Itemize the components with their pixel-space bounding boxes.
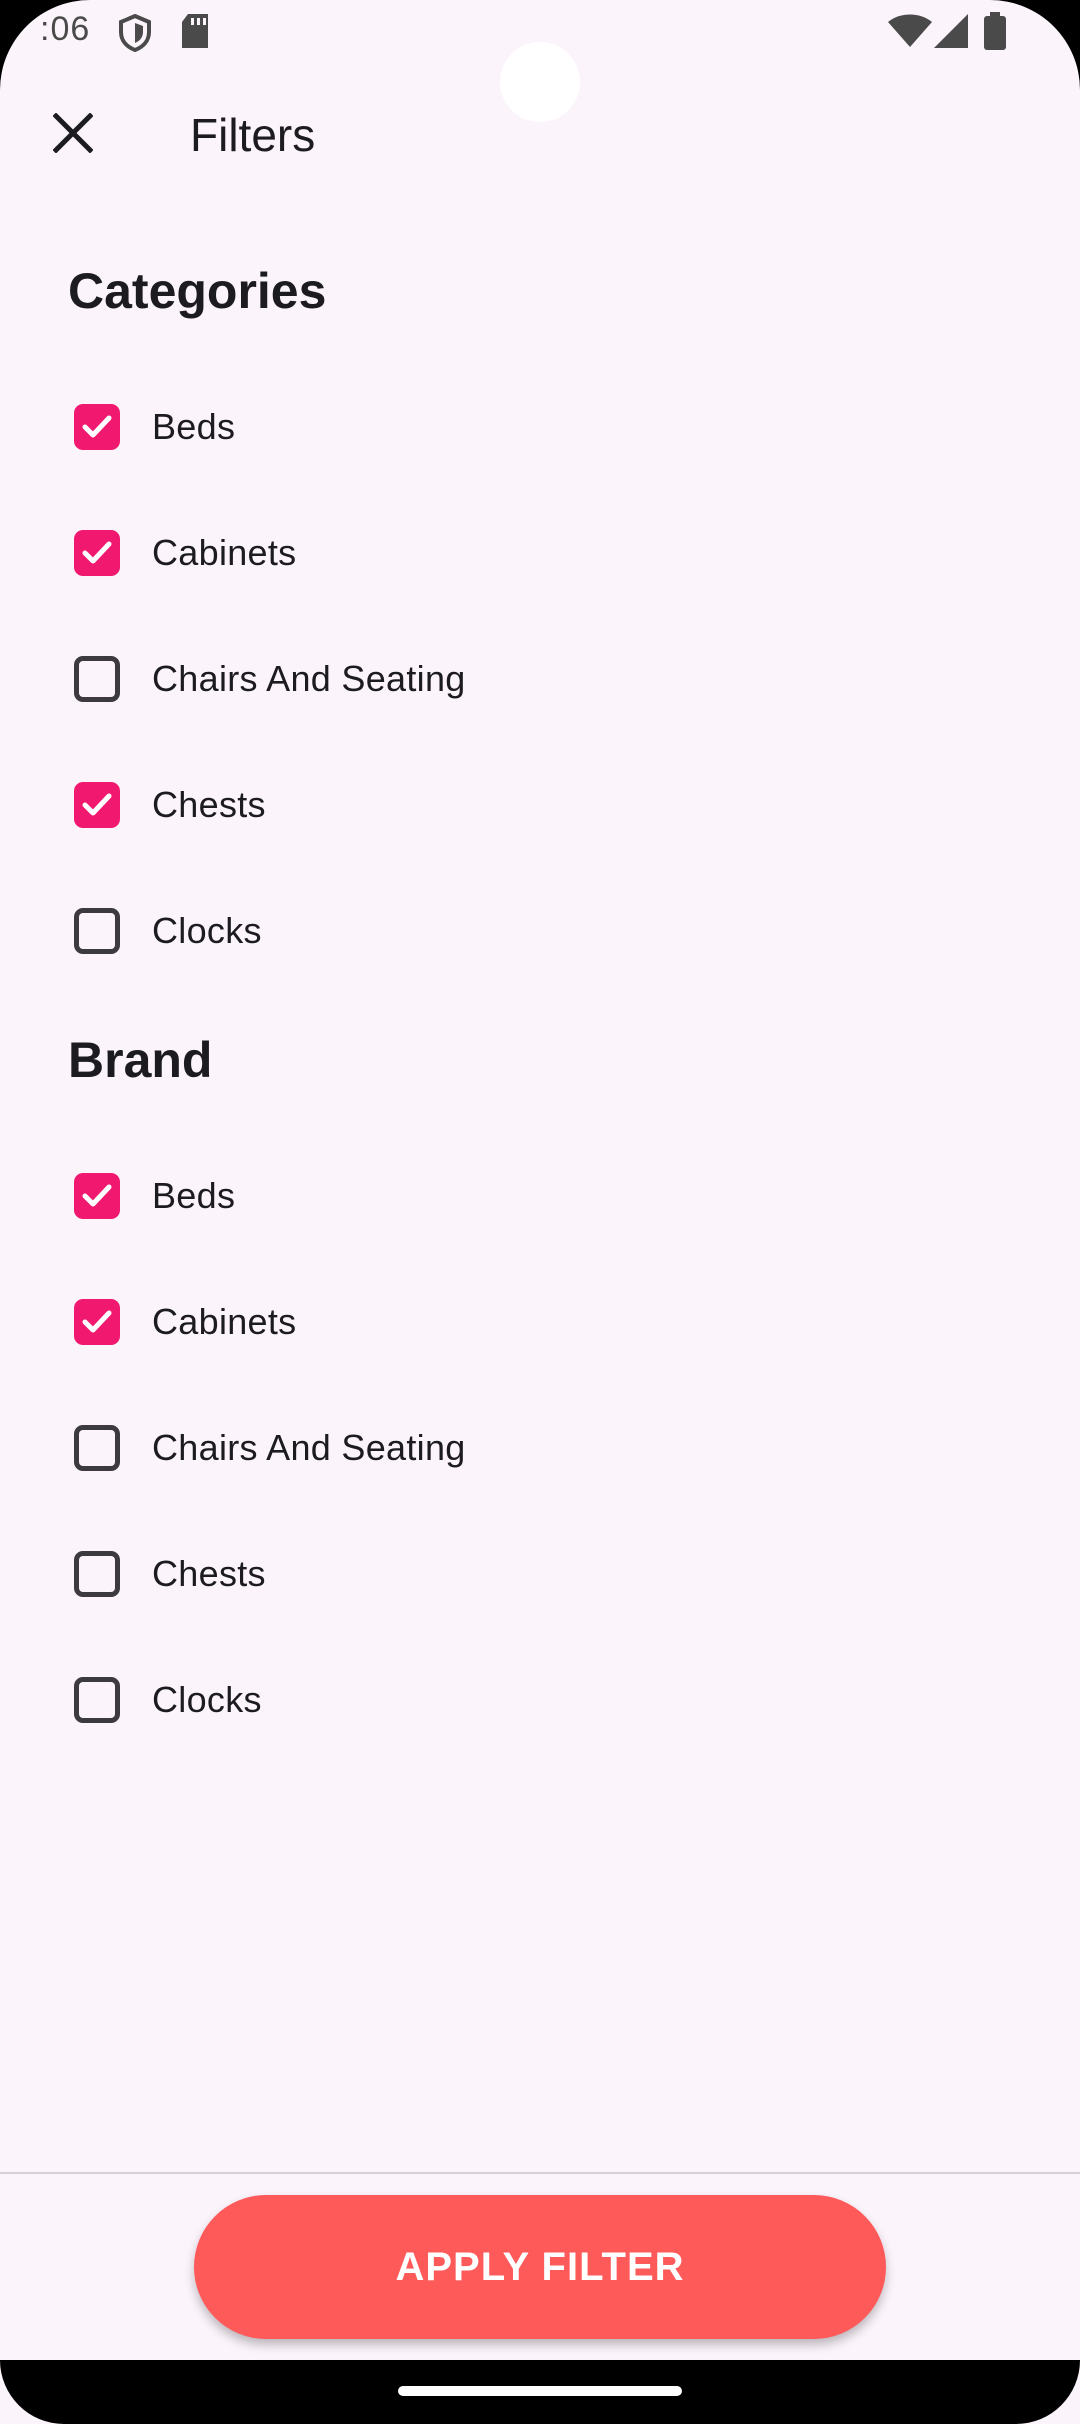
apply-filter-label: APPLY FILTER <box>395 2244 685 2289</box>
option-label: Chairs And Seating <box>152 1427 466 1468</box>
close-button[interactable] <box>38 98 108 168</box>
status-time: :06 <box>40 10 91 48</box>
category-option-cabinets[interactable]: Cabinets <box>68 508 968 598</box>
option-label: Chests <box>152 1553 266 1594</box>
wifi-icon <box>888 14 932 47</box>
categories-heading: Categories <box>68 263 327 319</box>
checkbox[interactable] <box>74 530 120 576</box>
category-option-clocks[interactable]: Clocks <box>68 886 968 976</box>
home-gesture-handle[interactable] <box>398 2386 682 2396</box>
checkbox[interactable] <box>74 656 120 702</box>
battery-icon <box>984 12 1006 50</box>
camera-cutout <box>500 42 580 122</box>
checkbox[interactable] <box>74 404 120 450</box>
brand-option-clocks[interactable]: Clocks <box>68 1655 968 1745</box>
brand-option-chests[interactable]: Chests <box>68 1529 968 1619</box>
sd-card-icon <box>182 14 208 48</box>
checkbox[interactable] <box>74 1551 120 1597</box>
option-label: Chairs And Seating <box>152 658 466 699</box>
check-icon <box>82 415 112 438</box>
shield-icon <box>119 14 151 52</box>
apply-filter-button[interactable]: APPLY FILTER <box>194 2195 886 2339</box>
check-icon <box>82 793 112 816</box>
checkbox[interactable] <box>74 1173 120 1219</box>
option-label: Cabinets <box>152 1301 297 1342</box>
brand-heading: Brand <box>68 1032 213 1088</box>
checkbox[interactable] <box>74 908 120 954</box>
checkbox[interactable] <box>74 1425 120 1471</box>
option-label: Chests <box>152 784 266 825</box>
check-icon <box>82 1184 112 1207</box>
filters-screen: :06 Filters Categories Beds Cabinets Cha… <box>0 0 1080 2424</box>
option-label: Beds <box>152 406 236 447</box>
checkbox[interactable] <box>74 1299 120 1345</box>
brand-option-beds[interactable]: Beds <box>68 1151 968 1241</box>
footer-divider <box>0 2172 1080 2174</box>
close-icon <box>53 113 93 153</box>
category-option-beds[interactable]: Beds <box>68 382 968 472</box>
option-label: Beds <box>152 1175 236 1216</box>
page-title: Filters <box>190 109 316 161</box>
check-icon <box>82 541 112 564</box>
checkbox[interactable] <box>74 1677 120 1723</box>
check-icon <box>82 1310 112 1333</box>
brand-option-cabinets[interactable]: Cabinets <box>68 1277 968 1367</box>
option-label: Cabinets <box>152 532 297 573</box>
signal-icon <box>934 14 968 48</box>
category-option-chests[interactable]: Chests <box>68 760 968 850</box>
option-label: Clocks <box>152 1679 262 1720</box>
category-option-chairs-and-seating[interactable]: Chairs And Seating <box>68 634 968 724</box>
brand-option-chairs-and-seating[interactable]: Chairs And Seating <box>68 1403 968 1493</box>
checkbox[interactable] <box>74 782 120 828</box>
option-label: Clocks <box>152 910 262 951</box>
